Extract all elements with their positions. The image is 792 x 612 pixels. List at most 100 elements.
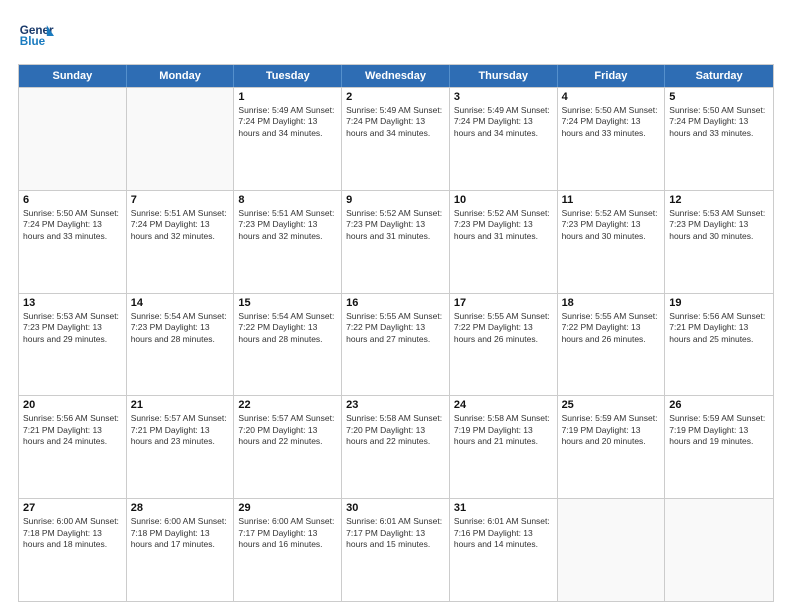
logo: General Blue: [18, 18, 54, 54]
cell-info: Sunrise: 5:49 AM Sunset: 7:24 PM Dayligh…: [346, 105, 445, 139]
cell-day-number: 16: [346, 297, 445, 309]
day-headers: SundayMondayTuesdayWednesdayThursdayFrid…: [19, 65, 773, 87]
cell-day-number: 13: [23, 297, 122, 309]
calendar-cell: 1 Sunrise: 5:49 AM Sunset: 7:24 PM Daylig…: [234, 88, 342, 190]
cell-info: Sunrise: 5:58 AM Sunset: 7:20 PM Dayligh…: [346, 413, 445, 447]
calendar-cell: 12 Sunrise: 5:53 AM Sunset: 7:23 PM Dayli…: [665, 191, 773, 293]
calendar-cell: 18 Sunrise: 5:55 AM Sunset: 7:22 PM Dayli…: [558, 294, 666, 396]
cell-day-number: 9: [346, 194, 445, 206]
cell-info: Sunrise: 5:55 AM Sunset: 7:22 PM Dayligh…: [346, 311, 445, 345]
cell-info: Sunrise: 5:52 AM Sunset: 7:23 PM Dayligh…: [562, 208, 661, 242]
calendar-week: 27 Sunrise: 6:00 AM Sunset: 7:18 PM Dayli…: [19, 498, 773, 601]
cell-info: Sunrise: 5:49 AM Sunset: 7:24 PM Dayligh…: [238, 105, 337, 139]
cell-day-number: 14: [131, 297, 230, 309]
cell-info: Sunrise: 6:01 AM Sunset: 7:17 PM Dayligh…: [346, 516, 445, 550]
calendar-cell: 6 Sunrise: 5:50 AM Sunset: 7:24 PM Daylig…: [19, 191, 127, 293]
calendar-cell: 8 Sunrise: 5:51 AM Sunset: 7:23 PM Daylig…: [234, 191, 342, 293]
calendar-cell: 14 Sunrise: 5:54 AM Sunset: 7:23 PM Dayli…: [127, 294, 235, 396]
svg-text:Blue: Blue: [20, 35, 46, 48]
cell-day-number: 30: [346, 502, 445, 514]
cell-info: Sunrise: 5:56 AM Sunset: 7:21 PM Dayligh…: [23, 413, 122, 447]
page-header: General Blue: [18, 18, 774, 54]
day-header: Friday: [558, 65, 666, 87]
calendar-cell: 19 Sunrise: 5:56 AM Sunset: 7:21 PM Dayli…: [665, 294, 773, 396]
cell-info: Sunrise: 5:49 AM Sunset: 7:24 PM Dayligh…: [454, 105, 553, 139]
calendar-cell: 23 Sunrise: 5:58 AM Sunset: 7:20 PM Dayli…: [342, 396, 450, 498]
calendar-cell: 24 Sunrise: 5:58 AM Sunset: 7:19 PM Dayli…: [450, 396, 558, 498]
cell-info: Sunrise: 5:53 AM Sunset: 7:23 PM Dayligh…: [669, 208, 769, 242]
calendar-cell: 5Sunrise: 5:50 AM Sunset: 7:24 PM Daylig…: [665, 88, 773, 190]
cell-day-number: 26: [669, 399, 769, 411]
cell-day-number: 7: [131, 194, 230, 206]
cell-day-number: 29: [238, 502, 337, 514]
calendar-cell: 25Sunrise: 5:59 AM Sunset: 7:19 PM Dayli…: [558, 396, 666, 498]
cell-info: Sunrise: 5:53 AM Sunset: 7:23 PM Dayligh…: [23, 311, 122, 345]
calendar-cell: 4 Sunrise: 5:50 AM Sunset: 7:24 PM Daylig…: [558, 88, 666, 190]
cell-day-number: 27: [23, 502, 122, 514]
calendar-cell: 28Sunrise: 6:00 AM Sunset: 7:18 PM Dayli…: [127, 499, 235, 601]
cell-day-number: 22: [238, 399, 337, 411]
cell-info: Sunrise: 5:57 AM Sunset: 7:21 PM Dayligh…: [131, 413, 230, 447]
calendar-cell: [558, 499, 666, 601]
cell-day-number: 25: [562, 399, 661, 411]
day-header: Sunday: [19, 65, 127, 87]
calendar-cell: 7Sunrise: 5:51 AM Sunset: 7:24 PM Daylig…: [127, 191, 235, 293]
cell-info: Sunrise: 6:00 AM Sunset: 7:18 PM Dayligh…: [131, 516, 230, 550]
cell-info: Sunrise: 5:55 AM Sunset: 7:22 PM Dayligh…: [454, 311, 553, 345]
cell-day-number: 15: [238, 297, 337, 309]
calendar-cell: 22Sunrise: 5:57 AM Sunset: 7:20 PM Dayli…: [234, 396, 342, 498]
cell-day-number: 18: [562, 297, 661, 309]
cell-day-number: 8: [238, 194, 337, 206]
calendar-cell: 17 Sunrise: 5:55 AM Sunset: 7:22 PM Dayli…: [450, 294, 558, 396]
calendar-cell: 13 Sunrise: 5:53 AM Sunset: 7:23 PM Dayli…: [19, 294, 127, 396]
cell-day-number: 23: [346, 399, 445, 411]
cell-info: Sunrise: 5:54 AM Sunset: 7:23 PM Dayligh…: [131, 311, 230, 345]
cell-day-number: 19: [669, 297, 769, 309]
cell-day-number: 3: [454, 91, 553, 103]
cell-info: Sunrise: 5:54 AM Sunset: 7:22 PM Dayligh…: [238, 311, 337, 345]
calendar-cell: 31Sunrise: 6:01 AM Sunset: 7:16 PM Dayli…: [450, 499, 558, 601]
cell-day-number: 12: [669, 194, 769, 206]
day-header: Monday: [127, 65, 235, 87]
cell-day-number: 17: [454, 297, 553, 309]
cell-day-number: 10: [454, 194, 553, 206]
calendar: SundayMondayTuesdayWednesdayThursdayFrid…: [18, 64, 774, 602]
cell-info: Sunrise: 5:50 AM Sunset: 7:24 PM Dayligh…: [562, 105, 661, 139]
cell-day-number: 21: [131, 399, 230, 411]
day-header: Saturday: [665, 65, 773, 87]
cell-day-number: 2: [346, 91, 445, 103]
calendar-cell: 16 Sunrise: 5:55 AM Sunset: 7:22 PM Dayli…: [342, 294, 450, 396]
calendar-cell: 15 Sunrise: 5:54 AM Sunset: 7:22 PM Dayli…: [234, 294, 342, 396]
cell-day-number: 1: [238, 91, 337, 103]
calendar-cell: 26Sunrise: 5:59 AM Sunset: 7:19 PM Dayli…: [665, 396, 773, 498]
cell-info: Sunrise: 5:52 AM Sunset: 7:23 PM Dayligh…: [454, 208, 553, 242]
cell-info: Sunrise: 5:55 AM Sunset: 7:22 PM Dayligh…: [562, 311, 661, 345]
calendar-week: 6 Sunrise: 5:50 AM Sunset: 7:24 PM Daylig…: [19, 190, 773, 293]
cell-day-number: 20: [23, 399, 122, 411]
cell-day-number: 24: [454, 399, 553, 411]
calendar-cell: 9Sunrise: 5:52 AM Sunset: 7:23 PM Daylig…: [342, 191, 450, 293]
calendar-cell: 27Sunrise: 6:00 AM Sunset: 7:18 PM Dayli…: [19, 499, 127, 601]
calendar-week: 1 Sunrise: 5:49 AM Sunset: 7:24 PM Daylig…: [19, 87, 773, 190]
cell-day-number: 4: [562, 91, 661, 103]
cell-info: Sunrise: 5:51 AM Sunset: 7:23 PM Dayligh…: [238, 208, 337, 242]
day-header: Tuesday: [234, 65, 342, 87]
cell-info: Sunrise: 5:58 AM Sunset: 7:19 PM Dayligh…: [454, 413, 553, 447]
calendar-cell: 20 Sunrise: 5:56 AM Sunset: 7:21 PM Dayli…: [19, 396, 127, 498]
day-header: Wednesday: [342, 65, 450, 87]
cell-info: Sunrise: 6:01 AM Sunset: 7:16 PM Dayligh…: [454, 516, 553, 550]
cell-day-number: 6: [23, 194, 122, 206]
day-header: Thursday: [450, 65, 558, 87]
calendar-grid: 1 Sunrise: 5:49 AM Sunset: 7:24 PM Daylig…: [19, 87, 773, 601]
cell-day-number: 5: [669, 91, 769, 103]
cell-info: Sunrise: 5:50 AM Sunset: 7:24 PM Dayligh…: [23, 208, 122, 242]
calendar-cell: 2 Sunrise: 5:49 AM Sunset: 7:24 PM Daylig…: [342, 88, 450, 190]
calendar-cell: [19, 88, 127, 190]
calendar-cell: 29Sunrise: 6:00 AM Sunset: 7:17 PM Dayli…: [234, 499, 342, 601]
calendar-cell: 30 Sunrise: 6:01 AM Sunset: 7:17 PM Dayli…: [342, 499, 450, 601]
cell-info: Sunrise: 5:56 AM Sunset: 7:21 PM Dayligh…: [669, 311, 769, 345]
cell-day-number: 11: [562, 194, 661, 206]
calendar-week: 20 Sunrise: 5:56 AM Sunset: 7:21 PM Dayli…: [19, 395, 773, 498]
calendar-cell: [127, 88, 235, 190]
logo-icon: General Blue: [18, 18, 54, 54]
